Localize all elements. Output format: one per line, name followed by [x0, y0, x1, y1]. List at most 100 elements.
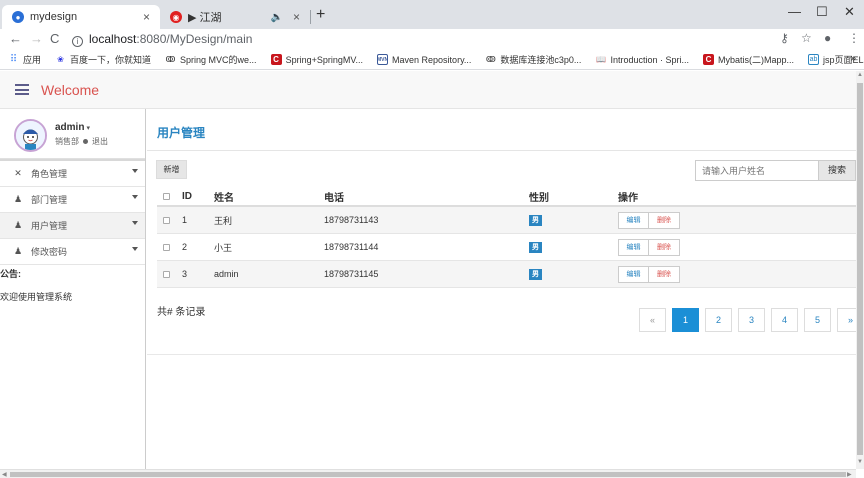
caret-down-icon: ▾ [86, 125, 90, 132]
tab-close-icon[interactable]: × [293, 10, 300, 24]
bookmarks-bar: ⠿ 应用 ❀ 百度一下，你就知道 ↂ Spring MVC的we... C Sp… [0, 50, 864, 70]
checkbox-icon [163, 216, 170, 224]
cell-gender: 男 [529, 234, 542, 260]
app-header: Welcome [0, 71, 856, 109]
sidebar-item-users[interactable]: ♟ 用户管理 [0, 213, 145, 239]
cell-phone: 18798731144 [324, 242, 379, 252]
search-input[interactable] [695, 160, 819, 181]
bookmark-baidu[interactable]: ❀ 百度一下，你就知道 [55, 53, 151, 66]
page-button-4[interactable]: 4 [771, 308, 798, 332]
avatar-icon [16, 121, 45, 150]
search-button[interactable]: 搜索 [819, 160, 856, 181]
url-field[interactable]: i localhost:8080/MyDesign/main [72, 32, 252, 47]
tab-music[interactable]: ◉ ▶ 江湖 🔈 × [160, 5, 310, 29]
cell-id: 3 [182, 269, 188, 279]
user-icon: ♟ [13, 220, 23, 230]
select-all-checkbox[interactable] [163, 187, 170, 205]
back-button[interactable]: ← [9, 31, 22, 46]
page-button-2[interactable]: 2 [705, 308, 732, 332]
vertical-scrollbar[interactable]: ▲ ▼ [856, 71, 864, 469]
checkbox-icon [163, 270, 170, 278]
caret-down-icon [132, 221, 138, 225]
menu-dots-icon[interactable]: ⋮ [848, 31, 860, 45]
close-window-button[interactable]: ✕ [844, 4, 855, 20]
profile-icon[interactable]: ● [824, 31, 831, 45]
cell-gender: 男 [529, 261, 542, 287]
bookmark-maven[interactable]: MVN Maven Repository... [377, 54, 471, 65]
url-path: :8080/MyDesign/main [136, 32, 253, 46]
sidebar-item-label: 修改密码 [31, 247, 68, 257]
delete-button[interactable]: 删除 [649, 265, 680, 283]
star-icon[interactable]: ☆ [801, 31, 812, 45]
avatar[interactable] [14, 119, 47, 152]
edit-button[interactable]: 编辑 [618, 265, 649, 283]
cell-phone: 18798731143 [324, 215, 379, 225]
tools-icon: ✕ [14, 168, 22, 178]
scroll-left-icon[interactable]: ◀ [2, 471, 7, 478]
sidebar-item-roles[interactable]: ✕ 角色管理 [0, 161, 145, 187]
scrollbar-thumb[interactable] [857, 83, 863, 455]
pagination: « 1 2 3 4 5 » [633, 308, 864, 332]
bookmarks-more-button[interactable]: » [850, 53, 856, 64]
edit-button[interactable]: 编辑 [618, 238, 649, 256]
status-dot-icon [83, 138, 88, 144]
add-user-button[interactable]: 新增 [156, 160, 187, 179]
sidebar-item-label: 部门管理 [31, 195, 68, 205]
scroll-down-icon[interactable]: ▼ [857, 459, 863, 465]
scrollbar-thumb[interactable] [10, 472, 846, 477]
bookmark-introduction[interactable]: 📖 Introduction · Spri... [595, 54, 689, 65]
tab-mydesign[interactable]: ● mydesign × [2, 5, 160, 29]
new-tab-button[interactable]: + [316, 6, 325, 24]
hamburger-menu-icon[interactable] [15, 84, 29, 95]
bookmark-label: Spring+SpringMV... [285, 54, 364, 65]
maximize-button[interactable]: ☐ [816, 4, 828, 20]
prev-page-button[interactable]: « [639, 308, 666, 332]
reload-button[interactable]: C [50, 31, 59, 46]
page-button-1[interactable]: 1 [672, 308, 699, 332]
bookmark-mybatis[interactable]: C Mybatis(二)Mapp... [702, 53, 794, 66]
cell-id: 2 [182, 242, 188, 252]
bookmark-label: 应用 [23, 55, 42, 65]
column-header-phone: 电话 [324, 192, 344, 204]
logout-link[interactable]: 退出 [92, 137, 108, 146]
main-panel: 用户管理 新增 搜索 ID 姓名 电话 性别 操作 1 王利 187987311… [147, 109, 864, 469]
sidebar-item-change-password[interactable]: ♟ 修改密码 [0, 239, 145, 265]
bookmark-spring-mvc[interactable]: ↂ Spring MVC的we... [165, 53, 257, 66]
bookmark-c3p0[interactable]: ↂ 数据库连接池c3p0... [485, 53, 582, 66]
user-dept: 销售部 [55, 137, 79, 146]
op-button-group: 编辑 删除 [618, 238, 680, 256]
key-icon[interactable]: ⚷ [780, 31, 789, 45]
forward-button[interactable]: → [30, 31, 43, 46]
delete-button[interactable]: 删除 [649, 211, 680, 229]
horizontal-scrollbar[interactable]: ◀ ▶ [0, 469, 856, 478]
brand-title[interactable]: Welcome [41, 82, 99, 98]
csdn-icon: ↂ [485, 55, 496, 64]
bookmark-apps[interactable]: ⠿ 应用 [8, 53, 41, 66]
page-button-5[interactable]: 5 [804, 308, 831, 332]
minimize-button[interactable]: — [788, 4, 801, 19]
cell-ops: 编辑 删除 [618, 234, 680, 260]
row-checkbox[interactable] [163, 261, 170, 287]
browser-tabstrip: ● mydesign × ◉ ▶ 江湖 🔈 × + — ☐ ✕ [0, 0, 864, 29]
row-checkbox[interactable] [163, 207, 170, 233]
row-checkbox[interactable] [163, 234, 170, 260]
delete-button[interactable]: 删除 [649, 238, 680, 256]
bookmark-spring-springmvc[interactable]: C Spring+SpringMV... [270, 54, 364, 65]
scroll-right-icon[interactable]: ▶ [847, 471, 852, 478]
tab-close-icon[interactable]: × [143, 10, 150, 24]
page-button-3[interactable]: 3 [738, 308, 765, 332]
gender-badge: 男 [529, 241, 542, 253]
caret-down-icon [132, 169, 138, 173]
scroll-up-icon[interactable]: ▲ [857, 72, 863, 78]
speaker-icon[interactable]: 🔈 [271, 12, 283, 23]
bookmark-label: 数据库连接池c3p0... [500, 55, 582, 65]
edit-button[interactable]: 编辑 [618, 211, 649, 229]
table-header: ID 姓名 电话 性别 操作 [157, 187, 856, 207]
column-header-name: 姓名 [214, 192, 234, 204]
bookmark-label: Spring MVC的we... [180, 55, 257, 65]
info-icon[interactable]: i [72, 36, 83, 47]
tab-divider [310, 10, 311, 24]
user-name-dropdown[interactable]: admin ▾ [55, 122, 90, 133]
sidebar-item-departments[interactable]: ♟ 部门管理 [0, 187, 145, 213]
bookmark-label: jsp页面EL表达式$(... [823, 55, 864, 65]
